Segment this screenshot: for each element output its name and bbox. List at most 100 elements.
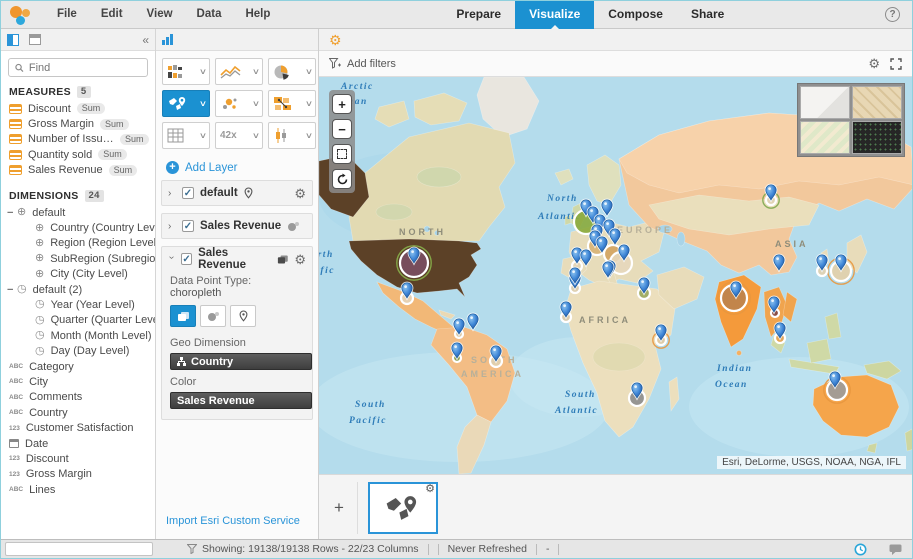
maximize-icon[interactable] — [890, 57, 902, 70]
add-visualization-button[interactable]: + — [325, 498, 353, 518]
chart-type-pie[interactable]: ∨ — [268, 58, 316, 85]
marker-toggle[interactable] — [230, 305, 256, 327]
viz-settings-gear-icon[interactable]: ⚙ — [329, 33, 342, 47]
help-icon[interactable]: ? — [885, 7, 900, 22]
chart-type-geo[interactable]: ∨ — [162, 90, 210, 117]
refresh-time-icon[interactable] — [854, 543, 867, 556]
dimension-item[interactable]: ⊕ City (City Level) — [1, 267, 155, 282]
pin-highlight — [493, 348, 496, 351]
thumbnail-gear-icon[interactable]: ⚙ — [425, 484, 435, 495]
measure-item[interactable]: Discount Sum — [1, 101, 155, 116]
basemap-streets[interactable] — [800, 121, 850, 154]
window-panel-icon[interactable] — [29, 34, 41, 45]
layer-sales-revenue-bubble[interactable]: › ✓ Sales Revenue — [161, 213, 313, 239]
status-filter-input[interactable] — [5, 542, 153, 556]
layer-default[interactable]: › ✓ default ⚙ — [161, 180, 313, 206]
dimension-item[interactable]: ⊕ SubRegion (Subregion ... — [1, 251, 155, 266]
bubble-toggle[interactable] — [200, 305, 226, 327]
scatter-chart-icon — [223, 98, 237, 109]
add-filters-label[interactable]: Add filters — [347, 58, 396, 70]
find-input[interactable] — [28, 61, 141, 74]
menu-edit[interactable]: Edit — [89, 1, 135, 28]
status-bar: Showing: 19138/19138 Rows - 22/23 Column… — [1, 539, 912, 558]
measure-item[interactable]: Quantity sold Sum — [1, 147, 155, 162]
reset-icon — [337, 173, 347, 184]
menu-data[interactable]: Data — [185, 1, 234, 28]
chart-type-heatmap[interactable]: ∨ — [268, 90, 316, 117]
measure-item[interactable]: Gross Margin Sum — [1, 116, 155, 131]
add-layer-label: Add Layer — [185, 161, 238, 174]
chart-type-crosstab[interactable]: ∨ — [162, 122, 210, 149]
chart-type-boxplot[interactable]: ∨ — [268, 122, 316, 149]
tree-collapse-icon[interactable]: − — [7, 207, 17, 219]
layer-checkbox[interactable]: ✓ — [181, 253, 193, 265]
dimension-item[interactable]: 123 Discount — [1, 451, 155, 466]
chevron-down-icon: ∨ — [251, 131, 261, 140]
measure-item[interactable]: Number of Issues re... Sum — [1, 132, 155, 147]
dimension-item[interactable]: Date — [1, 436, 155, 451]
geo-dimension-chip[interactable]: Country — [170, 353, 312, 370]
map-label: Ocean — [715, 380, 748, 390]
expand-chevron-icon[interactable]: › — [168, 188, 176, 199]
dimension-item[interactable]: ◷ Month (Month Level) — [1, 328, 155, 343]
dimension-item[interactable]: − ⊕ default — [1, 205, 155, 220]
tree-collapse-icon[interactable]: − — [7, 284, 17, 296]
menu-file[interactable]: File — [45, 1, 89, 28]
chart-type-scatter[interactable]: ∨ — [215, 90, 263, 117]
tab-share[interactable]: Share — [677, 1, 738, 29]
find-box[interactable] — [8, 58, 148, 77]
data-panel-icon[interactable] — [7, 33, 19, 46]
dimension-item[interactable]: ABC Country — [1, 405, 155, 420]
dimension-item[interactable]: ABC City — [1, 374, 155, 389]
abc-icon: ABC — [9, 378, 24, 386]
chart-settings-gear-icon[interactable]: ⚙ — [868, 57, 880, 70]
menu-view[interactable]: View — [135, 1, 185, 28]
choropleth-toggle[interactable] — [170, 305, 196, 327]
comment-icon[interactable] — [889, 544, 902, 555]
collapse-chevron-icon[interactable]: › — [166, 255, 177, 262]
dimension-item[interactable]: ⊕ Country (Country Level) — [1, 220, 155, 235]
chart-type-bar[interactable]: ∨ — [162, 58, 210, 85]
dimension-item[interactable]: 123 Gross Margin — [1, 467, 155, 482]
zoom-in-button[interactable]: + — [332, 94, 352, 114]
dimension-item[interactable]: ◷ Day (Day Level) — [1, 343, 155, 358]
geo-map[interactable]: ArcticOceanNorthPacificNorthAtlanticSout… — [319, 77, 912, 474]
chart-type-line[interactable]: ∨ — [215, 58, 263, 85]
layer-sales-revenue-choropleth[interactable]: › ✓ Sales Revenue ⚙ Data Point Type: cho… — [161, 246, 313, 420]
import-esri-link[interactable]: Import Esri Custom Service — [166, 515, 300, 527]
viz-thumbnail-selected[interactable]: ⚙ — [368, 482, 438, 534]
dimension-item[interactable]: ◷ Year (Year Level) — [1, 297, 155, 312]
layer-checkbox[interactable]: ✓ — [182, 220, 194, 232]
dimension-item[interactable]: ABC Lines — [1, 482, 155, 497]
map-label: Atlantic — [554, 406, 598, 416]
dimension-item[interactable]: ◷ Quarter (Quarter Level) — [1, 313, 155, 328]
layer-settings-gear-icon[interactable]: ⚙ — [294, 187, 306, 200]
measures-header[interactable]: MEASURES 5 — [1, 82, 155, 101]
dimensions-header[interactable]: DIMENSIONS 24 — [1, 186, 155, 205]
dimension-item[interactable]: ⊕ Region (Region Level) — [1, 236, 155, 251]
color-chip[interactable]: Sales Revenue — [170, 392, 312, 409]
add-layer-button[interactable]: + Add Layer — [156, 153, 318, 180]
tab-prepare[interactable]: Prepare — [442, 1, 515, 29]
expand-chevron-icon[interactable]: › — [168, 221, 176, 232]
dimension-item[interactable]: ABC Comments — [1, 390, 155, 405]
layer-settings-gear-icon[interactable]: ⚙ — [294, 253, 306, 266]
data-point-type-toggles — [170, 305, 304, 327]
dimension-item[interactable]: 123 Customer Satisfaction — [1, 420, 155, 435]
dimension-item[interactable]: ABC Category — [1, 359, 155, 374]
dimension-item[interactable]: − ◷ default (2) — [1, 282, 155, 297]
basemap-streets-beige[interactable] — [852, 86, 902, 119]
layer-checkbox[interactable]: ✓ — [182, 187, 194, 199]
measure-item[interactable]: Sales Revenue Sum — [1, 163, 155, 178]
menu-help[interactable]: Help — [233, 1, 282, 28]
reset-view-button[interactable] — [332, 169, 352, 189]
chart-type-numeric[interactable]: 42x ∨ — [215, 122, 263, 149]
collapse-panel-icon[interactable]: « — [142, 33, 149, 47]
tab-compose[interactable]: Compose — [594, 1, 677, 29]
tab-visualize[interactable]: Visualize — [515, 1, 595, 29]
zoom-out-button[interactable]: − — [332, 119, 352, 139]
basemap-dark[interactable] — [852, 121, 902, 154]
box-select-button[interactable] — [332, 144, 352, 164]
dimension-label: Discount — [25, 452, 69, 465]
basemap-light-gray[interactable] — [800, 86, 850, 119]
